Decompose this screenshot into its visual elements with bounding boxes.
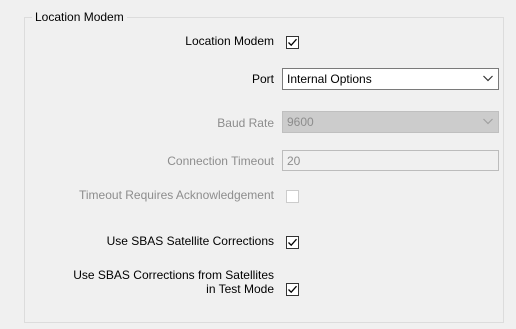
location-modem-checkbox[interactable]: [286, 36, 299, 49]
connection-timeout-input[interactable]: [283, 151, 498, 170]
sbas-test-mode-checkbox[interactable]: [286, 283, 299, 296]
chevron-down-icon: [483, 75, 493, 82]
port-select-value: Internal Options: [287, 72, 372, 86]
checkmark-icon: [288, 285, 297, 294]
baud-rate-select[interactable]: 9600: [282, 111, 499, 133]
sbas-test-mode-label: Use SBAS Corrections from Satellites in …: [73, 268, 274, 296]
sbas-test-mode-label-line2: in Test Mode: [206, 282, 274, 296]
groupbox-title: Location Modem: [32, 10, 127, 24]
connection-timeout-label: Connection Timeout: [167, 154, 274, 168]
use-sbas-checkbox[interactable]: [286, 236, 299, 249]
timeout-ack-label: Timeout Requires Acknowledgement: [79, 188, 274, 202]
baud-rate-label: Baud Rate: [217, 116, 274, 130]
checkmark-icon: [288, 238, 297, 247]
port-select[interactable]: Internal Options: [282, 68, 499, 90]
location-modem-label: Location Modem: [185, 34, 274, 48]
sbas-test-mode-label-line1: Use SBAS Corrections from Satellites: [73, 268, 274, 282]
port-label: Port: [251, 72, 274, 86]
timeout-ack-checkbox[interactable]: [286, 190, 299, 203]
chevron-down-icon: [483, 118, 493, 125]
baud-rate-select-value: 9600: [287, 115, 314, 129]
checkmark-icon: [288, 38, 297, 47]
use-sbas-label: Use SBAS Satellite Corrections: [106, 234, 274, 248]
connection-timeout-field[interactable]: [282, 150, 499, 171]
